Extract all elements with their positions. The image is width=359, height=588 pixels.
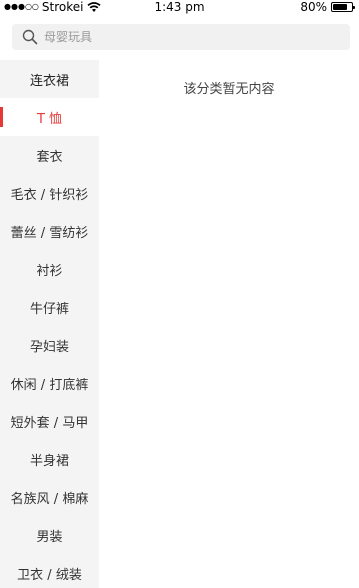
status-bar: ●●●○○ Strokei 1:43 pm 80% [0,0,359,16]
sidebar-item-dresses[interactable]: 连衣裙 [0,60,99,98]
sidebar-item-casual-leggings[interactable]: 休闲 / 打底裤 [0,364,99,402]
status-right: 80% [300,0,355,14]
sidebar-item-suits[interactable]: 套衣 [0,136,99,174]
category-sidebar: 连衣裙 T 恤 套衣 毛衣 / 针织衫 蕾丝 / 雪纺衫 衬衫 牛仔裤 孕妇装 … [0,60,99,588]
sidebar-item-label: 套衣 [36,149,63,165]
empty-state-message: 该分类暂无内容 [183,82,275,97]
sidebar-item-label: 卫衣 / 绒装 [17,567,82,583]
search-icon [22,29,38,45]
sidebar-item-lace-chiffon[interactable]: 蕾丝 / 雪纺衫 [0,212,99,250]
sidebar-item-skirts[interactable]: 半身裙 [0,440,99,478]
sidebar-item-label: 连衣裙 [29,73,69,89]
sidebar-item-jeans[interactable]: 牛仔裤 [0,288,99,326]
sidebar-item-maternity[interactable]: 孕妇装 [0,326,99,364]
sidebar-item-label: 毛衣 / 针织衫 [10,187,89,203]
search-input[interactable] [44,30,324,44]
sidebar-item-label: 短外套 / 马甲 [10,415,89,431]
sidebar-item-shirts[interactable]: 衬衫 [0,250,99,288]
sidebar-item-ethnic-linen[interactable]: 名族风 / 棉麻 [0,478,99,516]
sidebar-item-label: T 恤 [36,111,63,127]
sidebar-item-label: 男装 [36,529,63,545]
sidebar-item-label: 半身裙 [29,453,69,469]
sidebar-item-label: 孕妇装 [29,339,69,355]
sidebar-item-jackets-vests[interactable]: 短外套 / 马甲 [0,402,99,440]
sidebar-item-tshirts[interactable]: T 恤 [0,98,99,136]
sidebar-item-label: 衬衫 [36,263,63,279]
sidebar-item-hoodies[interactable]: 卫衣 / 绒装 [0,554,99,588]
battery-level-fill [333,4,348,10]
sidebar-item-menswear[interactable]: 男装 [0,516,99,554]
sidebar-item-label: 名族风 / 棉麻 [10,491,89,507]
sidebar-item-label: 休闲 / 打底裤 [10,377,89,393]
battery-percent: 80% [300,0,327,14]
category-content: 该分类暂无内容 [99,60,359,588]
sidebar-item-label: 牛仔裤 [29,301,69,317]
sidebar-item-label: 蕾丝 / 雪纺衫 [10,225,89,241]
search-bar[interactable] [12,24,350,50]
sidebar-item-sweaters[interactable]: 毛衣 / 针织衫 [0,174,99,212]
battery-icon [331,2,355,12]
